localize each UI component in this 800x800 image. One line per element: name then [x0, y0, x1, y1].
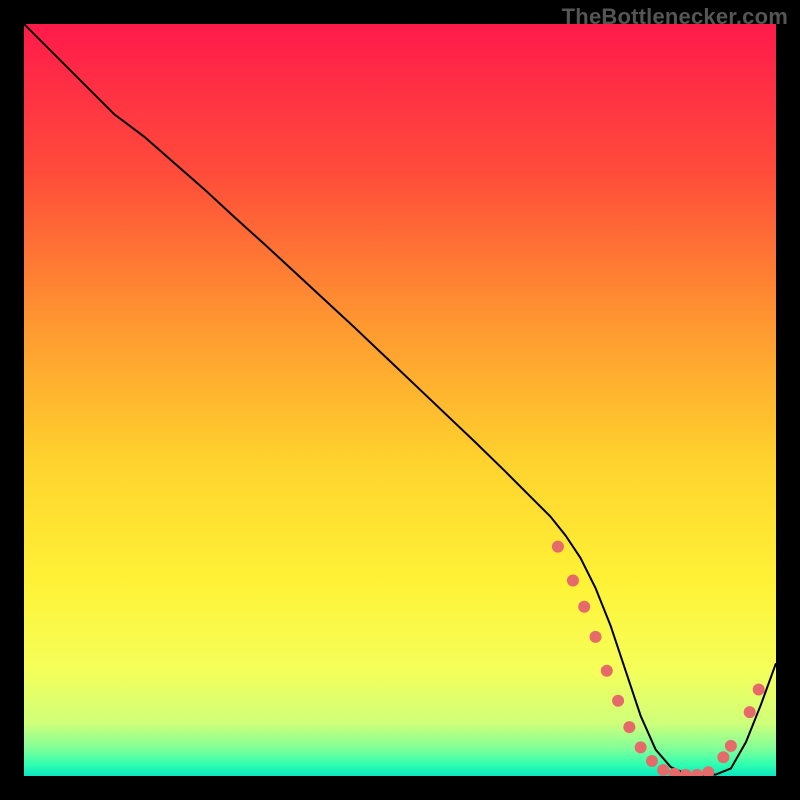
highlight-point — [623, 721, 635, 733]
highlight-point — [601, 665, 613, 677]
highlight-point — [578, 601, 590, 613]
highlight-point — [646, 755, 658, 767]
chart-stage: TheBottlenecker.com — [0, 0, 800, 800]
gradient-background — [24, 24, 776, 776]
highlight-point — [635, 741, 647, 753]
highlight-point — [552, 541, 564, 553]
highlight-point — [725, 740, 737, 752]
chart-svg — [24, 24, 776, 776]
highlight-point — [744, 706, 756, 718]
highlight-point — [567, 574, 579, 586]
highlight-point — [590, 631, 602, 643]
highlight-point — [612, 695, 624, 707]
watermark-text: TheBottlenecker.com — [562, 4, 788, 30]
highlight-point — [657, 764, 669, 776]
highlight-point — [717, 751, 729, 763]
plot-area — [24, 24, 776, 776]
highlight-point — [753, 684, 765, 696]
